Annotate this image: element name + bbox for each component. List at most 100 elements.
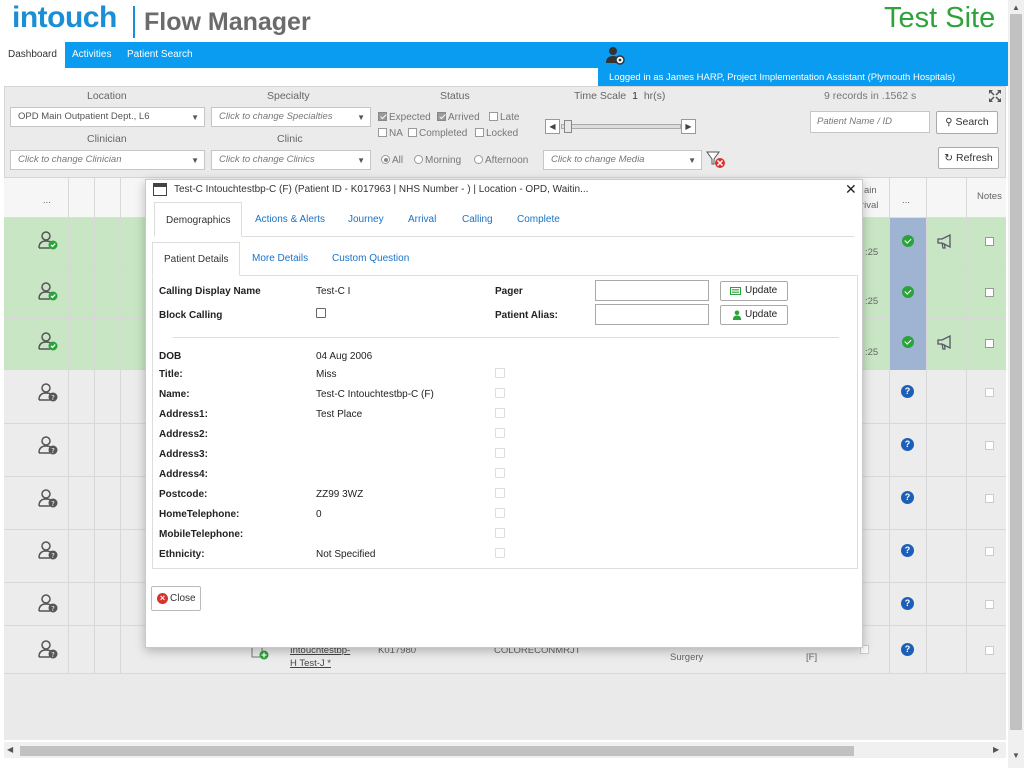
tab-demographics[interactable]: Demographics — [154, 202, 243, 237]
user-question-icon[interactable]: ? — [38, 541, 60, 561]
scroll-left-arrow[interactable]: ◀ — [7, 745, 13, 754]
title-checkbox[interactable] — [495, 368, 505, 378]
notes-checkbox[interactable] — [985, 388, 994, 397]
column-divider — [94, 178, 95, 674]
clinic-select[interactable]: Click to change Clinics ▼ — [211, 150, 371, 170]
pager-input[interactable] — [595, 280, 709, 301]
filter-clear-icon[interactable] — [706, 151, 726, 169]
patient-alias-input[interactable] — [595, 304, 709, 325]
status-completed-checkbox[interactable]: Completed — [408, 128, 467, 139]
question-icon[interactable]: ? — [901, 597, 914, 610]
question-icon[interactable]: ? — [901, 491, 914, 504]
close-icon[interactable]: ✕ — [845, 181, 857, 198]
status-late-checkbox[interactable]: Late — [489, 112, 519, 123]
scroll-right-arrow[interactable]: ▶ — [993, 745, 999, 754]
notes-checkbox[interactable] — [985, 494, 994, 503]
subtab-more-details[interactable]: More Details — [241, 242, 319, 276]
address3-label: Address3: — [159, 449, 208, 460]
close-button[interactable]: × Close — [151, 586, 201, 611]
slider-increase-button[interactable]: ▶ — [681, 119, 696, 134]
user-question-icon[interactable]: ? — [38, 383, 60, 403]
user-question-icon[interactable]: ? — [38, 489, 60, 509]
mobile-telephone-checkbox[interactable] — [495, 528, 505, 538]
slider-handle[interactable] — [564, 120, 572, 133]
user-check-icon[interactable] — [38, 332, 60, 352]
nav-tab-activities[interactable]: Activities — [64, 42, 119, 68]
user-check-icon[interactable] — [38, 282, 60, 302]
expand-icon[interactable] — [988, 89, 1002, 103]
search-button[interactable]: ⚲ Search — [936, 111, 998, 134]
flag-value: [F] — [806, 652, 818, 663]
notes-checkbox[interactable] — [985, 237, 994, 246]
patient-search-input[interactable]: Patient Name / ID — [810, 111, 930, 133]
block-calling-checkbox[interactable] — [316, 308, 326, 318]
checkbox-icon — [437, 112, 446, 121]
scroll-down-arrow[interactable]: ▼ — [1012, 751, 1020, 760]
svg-text:?: ? — [51, 552, 55, 560]
calling-display-name-label: Calling Display Name — [159, 286, 261, 297]
status-locked-checkbox[interactable]: Locked — [475, 128, 518, 139]
name-checkbox[interactable] — [495, 388, 505, 398]
horizontal-scroll-thumb[interactable] — [20, 746, 854, 756]
pager-update-button[interactable]: Update — [720, 281, 788, 301]
address2-checkbox[interactable] — [495, 428, 505, 438]
megaphone-icon[interactable] — [936, 334, 956, 350]
dob-value: 04 Aug 2006 — [316, 351, 373, 362]
slider-decrease-button[interactable]: ◀ — [545, 119, 560, 134]
tab-actions-alerts[interactable]: Actions & Alerts — [244, 202, 336, 237]
notes-checkbox[interactable] — [985, 339, 994, 348]
megaphone-icon[interactable] — [936, 233, 956, 249]
nav-tab-dashboard[interactable]: Dashboard — [0, 42, 65, 68]
tab-journey[interactable]: Journey — [337, 202, 395, 237]
period-morning-radio[interactable]: Morning — [414, 155, 461, 166]
home-telephone-checkbox[interactable] — [495, 508, 505, 518]
notes-checkbox[interactable] — [985, 646, 994, 655]
status-expected-checkbox[interactable]: Expected — [378, 112, 431, 123]
patient-name-link-2[interactable]: H Test-J * — [290, 658, 331, 669]
question-icon[interactable]: ? — [901, 385, 914, 398]
address1-checkbox[interactable] — [495, 408, 505, 418]
site-name: Test Site — [884, 2, 996, 34]
notes-checkbox[interactable] — [985, 441, 994, 450]
tab-calling[interactable]: Calling — [451, 202, 504, 237]
notes-checkbox[interactable] — [985, 600, 994, 609]
period-afternoon-radio[interactable]: Afternoon — [474, 155, 528, 166]
status-arrived-checkbox[interactable]: Arrived — [437, 112, 480, 123]
user-check-icon[interactable] — [38, 231, 60, 251]
question-icon[interactable]: ? — [901, 643, 914, 656]
address3-checkbox[interactable] — [495, 448, 505, 458]
gear-user-icon[interactable] — [604, 44, 626, 66]
status-na-checkbox[interactable]: NA — [378, 128, 403, 139]
alias-update-button[interactable]: Update — [720, 305, 788, 325]
period-all-radio[interactable]: All — [381, 155, 403, 166]
clinician-select[interactable]: Click to change Clinician ▼ — [10, 150, 205, 170]
notes-checkbox[interactable] — [985, 288, 994, 297]
tab-complete[interactable]: Complete — [506, 202, 571, 237]
scroll-up-arrow[interactable]: ▲ — [1012, 3, 1020, 12]
question-icon[interactable]: ? — [901, 544, 914, 557]
nav-tab-patient-search[interactable]: Patient Search — [119, 42, 201, 68]
media-select[interactable]: Click to change Media ▼ — [543, 150, 702, 170]
subtab-custom-question[interactable]: Custom Question — [321, 242, 420, 276]
location-select[interactable]: OPD Main Outpatient Dept., L6 ▼ — [10, 107, 205, 127]
time-scale-slider[interactable] — [561, 124, 681, 129]
question-icon[interactable]: ? — [901, 438, 914, 451]
specialty-select[interactable]: Click to change Specialties ▼ — [211, 107, 371, 127]
location-label: Location — [87, 90, 127, 102]
checkbox-icon — [475, 128, 484, 137]
pager-update-label: Update — [745, 285, 778, 296]
user-question-icon[interactable]: ? — [38, 640, 60, 660]
user-question-icon[interactable]: ? — [38, 436, 60, 456]
vertical-scroll-thumb[interactable] — [1010, 14, 1022, 730]
user-question-icon[interactable]: ? — [38, 594, 60, 614]
notes-checkbox[interactable] — [985, 547, 994, 556]
records-count: 9 records in .1562 s — [824, 90, 917, 102]
refresh-button[interactable]: ↻ Refresh — [938, 147, 999, 169]
ethnicity-checkbox[interactable] — [495, 548, 505, 558]
address4-checkbox[interactable] — [495, 468, 505, 478]
period-morning-label: Morning — [425, 155, 462, 166]
arrival-time: :25 — [865, 347, 879, 358]
subtab-patient-details[interactable]: Patient Details — [152, 242, 241, 276]
postcode-checkbox[interactable] — [495, 488, 505, 498]
tab-arrival[interactable]: Arrival — [397, 202, 447, 237]
